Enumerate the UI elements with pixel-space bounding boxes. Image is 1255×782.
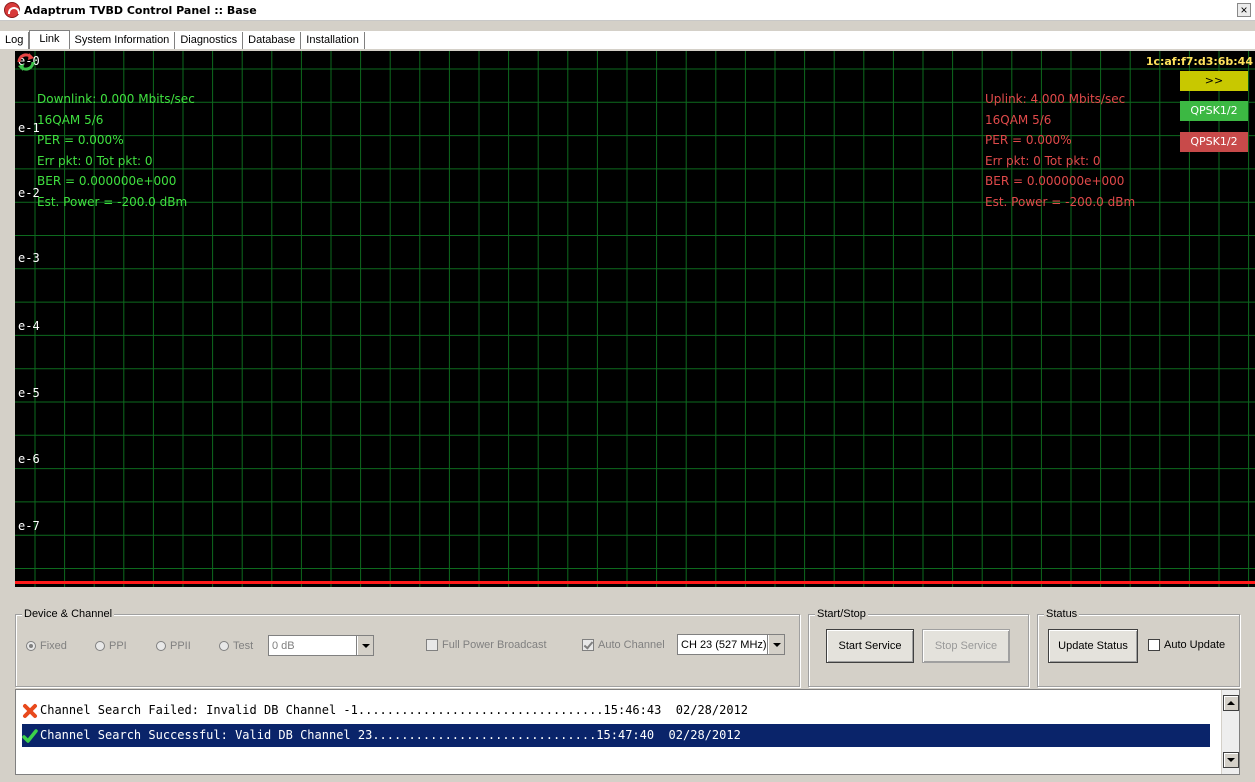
auto-channel-checkbox[interactable]: Auto Channel: [582, 639, 665, 651]
downlink-modulation-button[interactable]: QPSK1/2: [1180, 101, 1248, 121]
start-stop-group: Start/Stop Start Service Stop Service: [808, 608, 1029, 687]
log-text: Channel Search Successful: Valid DB Chan…: [40, 728, 741, 742]
downlink-rate: Downlink: 0.000 Mbits/sec: [37, 92, 195, 106]
radio-fixed-label: Fixed: [40, 640, 67, 652]
auto-update-check[interactable]: [1148, 639, 1160, 651]
scroll-up-button[interactable]: [1223, 695, 1239, 711]
check-icon: [22, 728, 38, 743]
uplink-stats: Uplink: 4.000 Mbits/sec 16QAM 5/6 PER = …: [985, 89, 1135, 212]
downlink-err: Err pkt: 0 Tot pkt: 0: [37, 153, 153, 168]
scroll-down-button[interactable]: [1223, 752, 1239, 768]
y-label-e7: e-7: [18, 519, 40, 533]
radio-test[interactable]: Test: [219, 640, 253, 652]
expand-button[interactable]: >>: [1180, 71, 1248, 91]
tab-database[interactable]: Database: [243, 32, 302, 49]
uplink-ber: BER = 0.000000e+000: [985, 174, 1125, 188]
device-channel-group: Device & Channel Fixed PPI PPII Test 0 d…: [15, 608, 800, 687]
y-label-e5: e-5: [18, 386, 40, 400]
radio-ppi-label: PPI: [109, 640, 127, 652]
event-log[interactable]: Channel Search Failed: Invalid DB Channe…: [15, 689, 1240, 775]
start-service-button[interactable]: Start Service: [826, 629, 914, 663]
downlink-stats: Downlink: 0.000 Mbits/sec 16QAM 5/6 PER …: [37, 89, 195, 212]
app-logo-icon: [4, 2, 20, 18]
arrow-down-icon: [1227, 758, 1235, 762]
tab-diagnostics[interactable]: Diagnostics: [175, 32, 244, 49]
log-scrollbar[interactable]: [1221, 690, 1239, 774]
radio-test-label: Test: [233, 640, 254, 652]
y-label-e3: e-3: [18, 251, 40, 265]
full-power-label: Full Power Broadcast: [442, 639, 547, 651]
log-row[interactable]: Channel Search Failed: Invalid DB Channe…: [22, 699, 1210, 722]
chevron-down-icon[interactable]: [357, 636, 373, 655]
auto-channel-check[interactable]: [582, 639, 594, 651]
auto-update-checkbox[interactable]: Auto Update: [1148, 639, 1225, 651]
device-channel-label: Device & Channel: [22, 608, 115, 620]
uplink-rate: Uplink: 4.000 Mbits/sec: [985, 92, 1126, 106]
downlink-modulation: 16QAM 5/6: [37, 112, 104, 127]
log-row-selected[interactable]: Channel Search Successful: Valid DB Chan…: [22, 724, 1210, 747]
radio-fixed-dot[interactable]: [26, 641, 36, 651]
tab-system-information[interactable]: System Information: [69, 32, 176, 49]
log-text: Channel Search Failed: Invalid DB Channe…: [40, 703, 749, 717]
mac-address: 1c:af:f7:d3:6b:44: [1145, 55, 1253, 68]
status-label: Status: [1044, 608, 1080, 620]
tab-link[interactable]: Link: [29, 30, 70, 49]
y-label-e6: e-6: [18, 452, 40, 466]
app-window: Adaptrum TVBD Control Panel :: Base × Lo…: [0, 0, 1255, 782]
test-gain-value: 0 dB: [272, 639, 295, 652]
full-power-check[interactable]: [426, 639, 438, 651]
uplink-power: Est. Power = -200.0 dBm: [985, 194, 1136, 209]
uplink-modulation: 16QAM 5/6: [985, 112, 1052, 127]
downlink-ber: BER = 0.000000e+000: [37, 174, 177, 188]
tab-bar: Log Link System Information Diagnostics …: [0, 30, 1255, 49]
radio-ppi-dot[interactable]: [95, 641, 105, 651]
window-title: Adaptrum TVBD Control Panel :: Base: [24, 3, 257, 17]
refresh-icon[interactable]: [15, 51, 37, 73]
downlink-per: PER = 0.000%: [37, 133, 124, 147]
radio-ppii[interactable]: PPII: [156, 640, 191, 652]
radio-ppii-dot[interactable]: [156, 641, 166, 651]
radio-fixed[interactable]: Fixed: [26, 640, 67, 652]
radio-test-dot[interactable]: [219, 641, 229, 651]
baseline: [15, 581, 1255, 584]
error-icon: [23, 703, 37, 718]
status-group: Status Update Status Auto Update: [1037, 608, 1240, 687]
tab-installation[interactable]: Installation: [301, 32, 365, 49]
downlink-power: Est. Power = -200.0 dBm: [37, 194, 188, 209]
auto-update-label: Auto Update: [1164, 639, 1226, 651]
start-stop-label: Start/Stop: [815, 608, 868, 620]
y-label-e4: e-4: [18, 319, 40, 333]
uplink-modulation-button[interactable]: QPSK1/2: [1180, 132, 1248, 152]
title-bar[interactable]: Adaptrum TVBD Control Panel :: Base ×: [0, 0, 1255, 21]
test-gain-select[interactable]: 0 dB: [268, 635, 374, 656]
tab-log[interactable]: Log: [0, 32, 30, 49]
auto-channel-label: Auto Channel: [598, 639, 665, 651]
channel-select[interactable]: CH 23 (527 MHz): [677, 634, 785, 655]
radio-ppii-label: PPII: [170, 640, 191, 652]
radio-ppi[interactable]: PPI: [95, 640, 127, 652]
arrow-up-icon: [1227, 701, 1235, 705]
full-power-checkbox[interactable]: Full Power Broadcast: [426, 639, 547, 651]
uplink-per: PER = 0.000%: [985, 133, 1072, 147]
channel-value: CH 23 (527 MHz): [681, 638, 767, 651]
chevron-down-icon[interactable]: [768, 635, 784, 654]
stop-service-button[interactable]: Stop Service: [922, 629, 1010, 663]
uplink-err: Err pkt: 0 Tot pkt: 0: [985, 153, 1101, 168]
link-plot: e-0 e-1 e-2 e-3 e-4 e-5 e-6 e-7 Downlink…: [15, 51, 1255, 587]
update-status-button[interactable]: Update Status: [1048, 629, 1138, 663]
close-button[interactable]: ×: [1237, 3, 1251, 17]
